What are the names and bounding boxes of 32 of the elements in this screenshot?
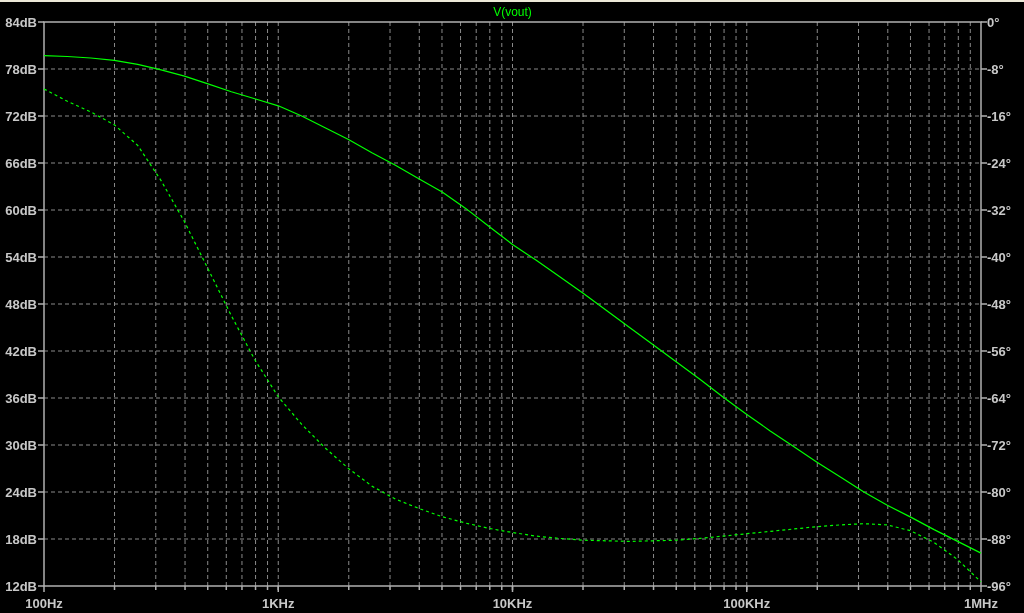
phase-axis-label: 0° [987, 15, 1000, 30]
phase-axis-label: -80° [987, 485, 1011, 500]
y-axis-label: 84dB [5, 15, 37, 30]
chart-title: V(vout) [493, 5, 532, 19]
y-axis-label: 36dB [5, 391, 37, 406]
phase-axis-label: -88° [987, 532, 1011, 547]
y-axis-label: 30dB [5, 438, 37, 453]
y-axis-label: 66dB [5, 156, 37, 171]
y-axis-label: 48dB [5, 297, 37, 312]
phase-axis-label: -96° [987, 579, 1011, 594]
phase-axis-label: -16° [987, 109, 1011, 124]
y-axis-label: 72dB [5, 109, 37, 124]
y-axis-label: 12dB [5, 579, 37, 594]
y-axis-label: 60dB [5, 203, 37, 218]
phase-axis-label: -64° [987, 391, 1011, 406]
phase-axis-label: -32° [987, 203, 1011, 218]
y-axis-label: 78dB [5, 62, 37, 77]
phase-axis-label: -40° [987, 250, 1011, 265]
y-axis-label: 42dB [5, 344, 37, 359]
x-axis-label: 100Hz [25, 596, 63, 611]
phase-axis-label: -24° [987, 156, 1011, 171]
x-axis-label: 10KHz [492, 596, 533, 611]
x-axis-label: 100KHz [723, 596, 771, 611]
x-axis-label: 1KHz [262, 596, 295, 611]
y-axis-label: 54dB [5, 250, 37, 265]
x-axis-label: 1MHz [964, 596, 998, 611]
y-axis-label: 24dB [5, 485, 37, 500]
phase-axis-label: -8° [987, 62, 1004, 77]
y-axis-label: 18dB [5, 532, 37, 547]
phase-axis-label: -72° [987, 438, 1011, 453]
phase-axis-label: -48° [987, 297, 1011, 312]
phase-axis-label: -56° [987, 344, 1011, 359]
